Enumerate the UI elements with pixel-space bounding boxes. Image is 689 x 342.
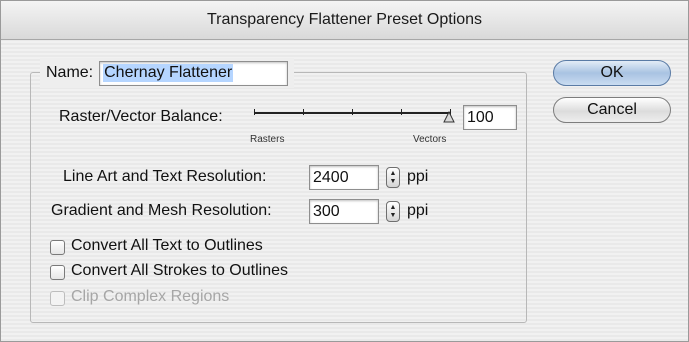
slider-tick bbox=[254, 109, 255, 115]
down-arrow-icon: ▼ bbox=[389, 211, 397, 219]
raster-vector-value-field[interactable]: 100 bbox=[463, 105, 517, 130]
name-label: Name: bbox=[46, 64, 94, 81]
gradient-value: 300 bbox=[313, 202, 340, 220]
name-field-value: Chernay Flattener bbox=[103, 64, 234, 82]
window-title: Transparency Flattener Preset Options bbox=[1, 1, 688, 40]
gradient-label: Gradient and Mesh Resolution: bbox=[51, 202, 272, 219]
line-art-label: Line Art and Text Resolution: bbox=[63, 168, 267, 185]
gradient-unit: ppi bbox=[407, 202, 429, 219]
up-arrow-icon: ▲ bbox=[389, 169, 397, 177]
line-art-resolution-field[interactable]: 2400 bbox=[309, 165, 379, 190]
raster-vector-value: 100 bbox=[467, 108, 494, 126]
rasters-label: Rasters bbox=[250, 134, 285, 145]
slider-tick bbox=[303, 109, 304, 115]
convert-strokes-label[interactable]: Convert All Strokes to Outlines bbox=[71, 262, 288, 280]
vectors-label: Vectors bbox=[413, 134, 447, 145]
convert-text-label[interactable]: Convert All Text to Outlines bbox=[71, 237, 263, 255]
dialog-window: Transparency Flattener Preset Options Na… bbox=[0, 0, 689, 342]
name-row: Name: Chernay Flattener bbox=[40, 58, 295, 88]
convert-strokes-checkbox[interactable] bbox=[50, 265, 65, 280]
cancel-button[interactable]: Cancel bbox=[553, 97, 671, 123]
slider-tick bbox=[401, 109, 402, 115]
up-arrow-icon: ▲ bbox=[389, 203, 397, 211]
gradient-resolution-field[interactable]: 300 bbox=[309, 199, 379, 224]
down-arrow-icon: ▼ bbox=[389, 177, 397, 185]
slider-tick bbox=[352, 109, 353, 115]
line-art-value: 2400 bbox=[313, 168, 349, 186]
line-art-stepper[interactable]: ▲ ▼ bbox=[386, 167, 400, 188]
convert-text-checkbox[interactable] bbox=[50, 240, 65, 255]
gradient-stepper[interactable]: ▲ ▼ bbox=[386, 201, 400, 222]
name-field[interactable]: Chernay Flattener bbox=[99, 60, 289, 86]
slider-thumb-icon[interactable] bbox=[443, 111, 455, 123]
ok-button[interactable]: OK bbox=[553, 60, 671, 86]
clip-regions-label: Clip Complex Regions bbox=[71, 288, 230, 305]
line-art-unit: ppi bbox=[407, 168, 429, 185]
raster-vector-label: Raster/Vector Balance: bbox=[59, 108, 223, 125]
clip-regions-checkbox bbox=[50, 291, 65, 306]
